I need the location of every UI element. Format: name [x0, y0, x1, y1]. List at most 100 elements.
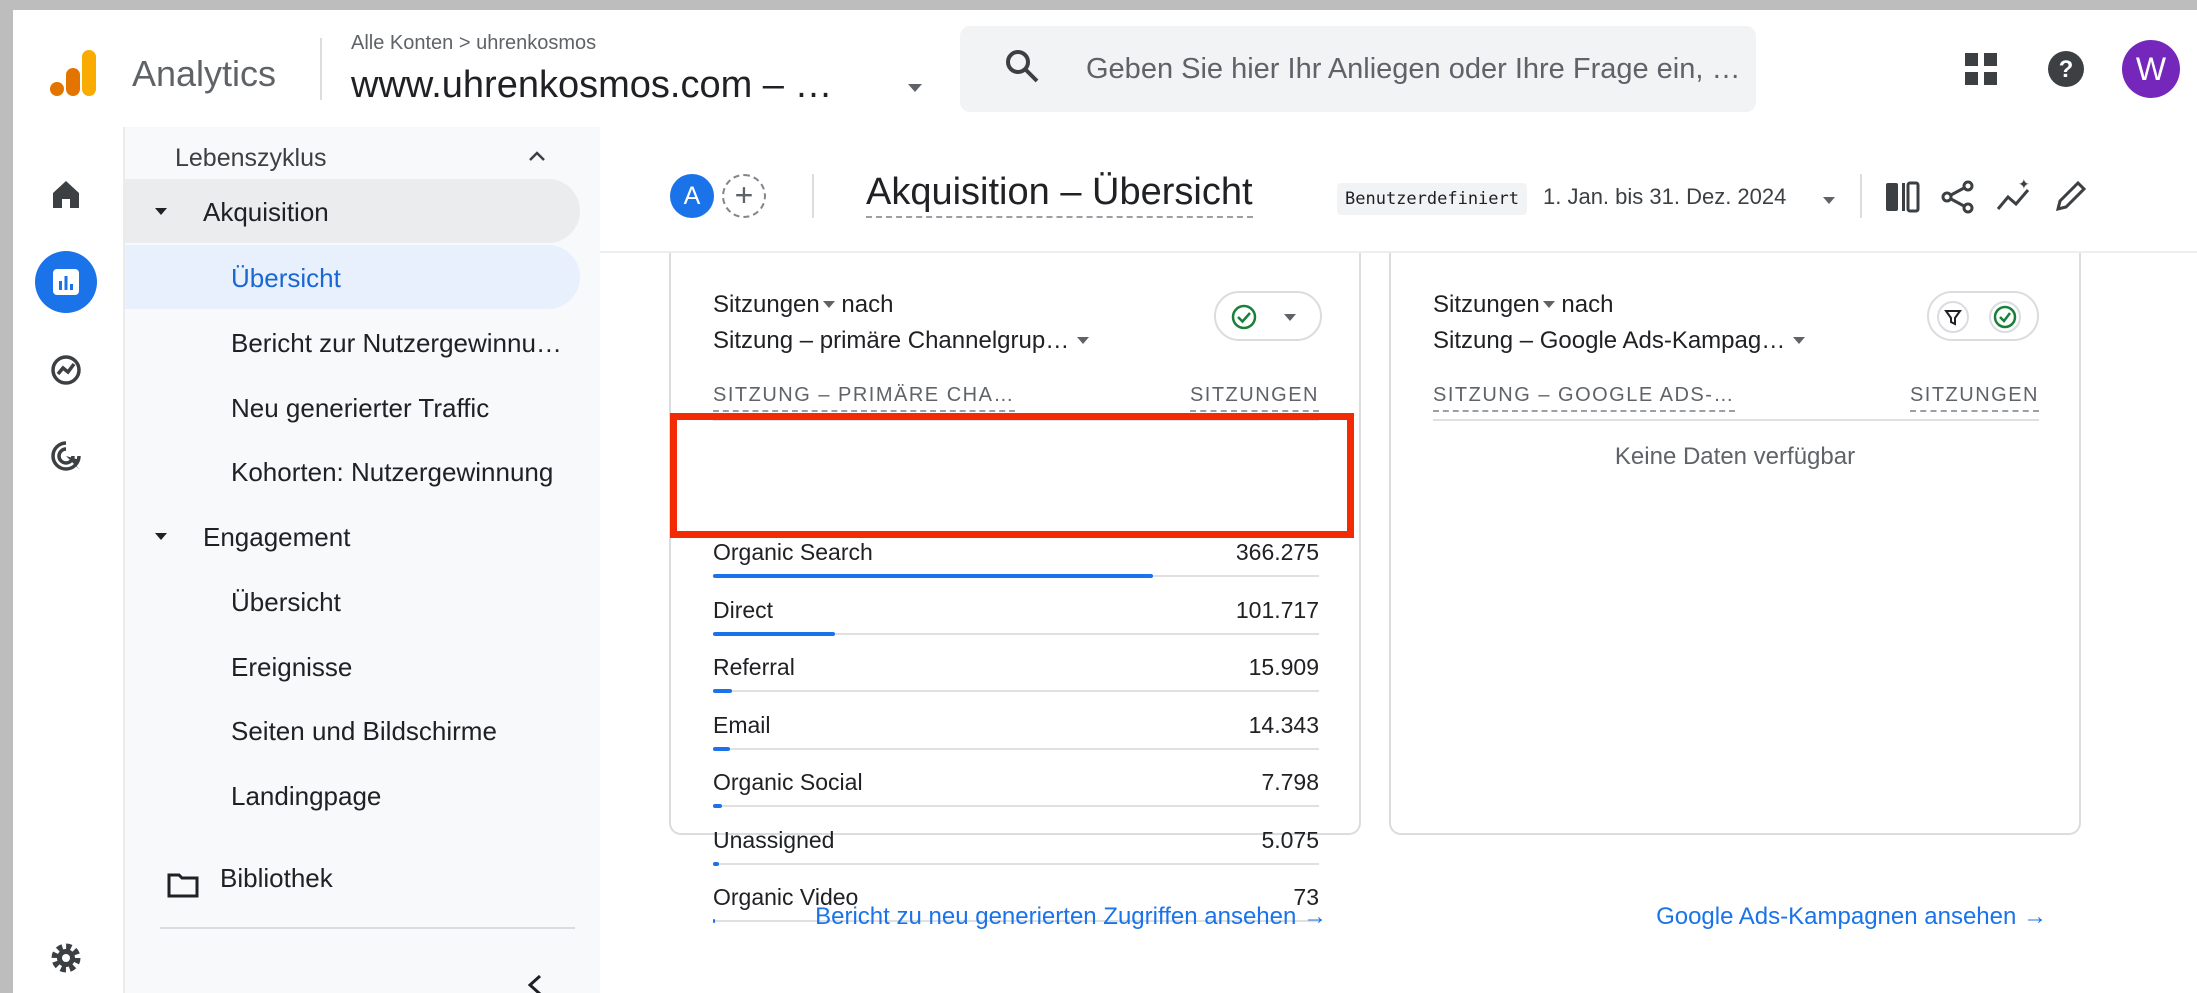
column-header-dimension[interactable]: SITZUNG – PRIMÄRE CHA…	[713, 384, 1015, 412]
nav-item-engagement-overview[interactable]: Übersicht	[231, 587, 341, 618]
traffic-acquisition-link[interactable]: Bericht zu neu generierten Zugriffen ans…	[815, 903, 1327, 931]
dimension-dropdown-icon[interactable]	[1077, 337, 1090, 344]
nav-section-lifecycle[interactable]: Lebenszyklus	[175, 144, 326, 173]
metric-selector[interactable]: Sitzungen	[713, 291, 820, 318]
property-selector[interactable]: www.uhrenkosmos.com – …	[351, 64, 833, 107]
analytics-logo-icon[interactable]	[46, 44, 104, 102]
row-label: Direct	[713, 596, 774, 623]
status-menu-button[interactable]	[1214, 291, 1322, 341]
filter-icon[interactable]	[1937, 301, 1969, 333]
metric-dropdown-icon[interactable]	[1542, 301, 1555, 308]
row-value: 15.909	[1248, 654, 1319, 680]
table-header-divider	[1433, 419, 2039, 421]
table-row[interactable]: Organic Search 366.275	[713, 532, 1319, 590]
column-header-sessions[interactable]: SITZUNGEN	[1909, 384, 2039, 412]
search-bar[interactable]: Geben Sie hier Ihr Anliegen oder Ihre Fr…	[960, 26, 1756, 112]
nav-item-pages-screens[interactable]: Seiten und Bildschirme	[231, 716, 497, 747]
row-label: Organic Search	[713, 539, 873, 565]
account-breadcrumb[interactable]: Alle Konten > uhrenkosmos	[351, 32, 596, 55]
left-rail	[13, 127, 123, 993]
nav-item-user-acquisition[interactable]: Bericht zur Nutzergewinnu…	[231, 328, 562, 359]
row-bar-track	[713, 805, 1319, 807]
compare-columns-icon[interactable]	[1882, 177, 1922, 217]
card-metric-line[interactable]: Sitzungen nach	[713, 291, 893, 319]
column-header-dimension[interactable]: SITZUNG – GOOGLE ADS-…	[1433, 384, 1735, 412]
page-title: Akquisition – Übersicht	[866, 171, 1253, 218]
channel-group-card: Sitzungen nach Sitzung – primäre Channel…	[669, 253, 1361, 930]
add-comparison-button[interactable]: +	[722, 174, 766, 218]
column-header-sessions[interactable]: SITZUNGEN	[1189, 384, 1319, 412]
date-type-chip[interactable]: Benutzerdefiniert	[1337, 183, 1527, 215]
help-icon[interactable]: ?	[2047, 50, 2085, 88]
dimension-dropdown-icon[interactable]	[1793, 337, 1806, 344]
reports-icon[interactable]	[35, 251, 97, 313]
nav-group-engagement[interactable]: Engagement	[203, 522, 350, 553]
row-value: 14.343	[1248, 711, 1319, 738]
expand-acquisition-icon[interactable]	[155, 208, 167, 215]
row-bar-fill	[713, 804, 722, 808]
row-bar-fill	[713, 631, 835, 636]
metric-by-label: nach	[841, 291, 894, 318]
svg-text:?: ?	[2059, 56, 2074, 83]
table-row[interactable]: Organic Social 7.798	[713, 762, 1319, 820]
row-bar-track	[713, 690, 1319, 692]
row-bar-track	[713, 747, 1319, 750]
nav-group-highlight	[125, 179, 580, 243]
nav-group-acquisition[interactable]: Akquisition	[203, 197, 329, 228]
date-range-picker[interactable]: 1. Jan. bis 31. Dez. 2024	[1543, 184, 1786, 210]
table-row[interactable]: Direct 101.717	[713, 590, 1319, 648]
folder-icon	[167, 873, 199, 898]
property-dropdown-icon[interactable]	[908, 84, 922, 92]
top-header: Analytics Alle Konten > uhrenkosmos www.…	[13, 10, 2197, 127]
dimension-selector[interactable]: Sitzung – Google Ads-Kampag…	[1433, 327, 1806, 355]
row-bar-fill	[713, 746, 730, 751]
metric-selector[interactable]: Sitzungen	[1433, 291, 1540, 318]
status-dropdown-icon[interactable]	[1284, 314, 1296, 321]
expand-engagement-icon[interactable]	[155, 533, 167, 540]
row-bar-fill	[713, 689, 732, 693]
comparison-badge[interactable]: A	[670, 174, 714, 218]
table-row[interactable]: Unassigned 5.075	[713, 820, 1319, 878]
app-name: Analytics	[132, 53, 277, 94]
insights-icon[interactable]: ✦	[1994, 177, 2034, 217]
row-bar-fill	[713, 574, 1153, 578]
annotation-highlight-box	[670, 413, 1354, 538]
nav-item-traffic-acquisition[interactable]: Neu generierter Traffic	[231, 393, 489, 424]
row-bar-fill	[713, 861, 719, 866]
nav-active-highlight	[125, 245, 580, 309]
date-dropdown-icon[interactable]	[1823, 197, 1835, 204]
share-icon[interactable]	[1938, 177, 1978, 217]
metric-dropdown-icon[interactable]	[822, 301, 835, 308]
table-row[interactable]: Email 14.343	[713, 705, 1319, 763]
chevron-up-icon[interactable]	[527, 149, 547, 163]
check-circle-icon[interactable]	[1989, 301, 2021, 333]
apps-grid-icon[interactable]	[1964, 52, 1998, 86]
toolbar-divider	[812, 174, 814, 218]
nav-item-library[interactable]: Bibliothek	[220, 863, 333, 894]
nav-divider	[160, 927, 575, 929]
nav-item-events[interactable]: Ereignisse	[231, 652, 352, 683]
row-label: Email	[713, 711, 771, 738]
home-icon[interactable]	[35, 163, 97, 225]
advertising-icon[interactable]	[35, 425, 97, 487]
report-toolbar: A + Akquisition – Übersicht Benutzerdefi…	[600, 127, 2197, 253]
edit-icon[interactable]	[2050, 177, 2090, 217]
table-row[interactable]: Referral 15.909	[713, 647, 1319, 705]
search-placeholder: Geben Sie hier Ihr Anliegen oder Ihre Fr…	[1086, 53, 1741, 85]
search-icon	[1006, 50, 1039, 83]
dimension-label: Sitzung – primäre Channelgrup…	[713, 327, 1070, 354]
user-avatar[interactable]: W	[2122, 40, 2180, 98]
settings-icon[interactable]	[35, 927, 97, 989]
collapse-nav-icon[interactable]	[525, 972, 545, 993]
google-ads-campaign-card: Sitzungen nach Sitzung – Google Ads-Kamp…	[1389, 253, 2081, 930]
dimension-label: Sitzung – Google Ads-Kampag…	[1433, 327, 1786, 354]
google-ads-campaigns-link[interactable]: Google Ads-Kampagnen ansehen →	[1656, 903, 2047, 931]
card-metric-line[interactable]: Sitzungen nach	[1433, 291, 1613, 319]
dimension-selector[interactable]: Sitzung – primäre Channelgrup…	[713, 327, 1090, 355]
nav-item-acquisition-cohorts[interactable]: Kohorten: Nutzergewinnung	[231, 457, 553, 488]
nav-item-acquisition-overview[interactable]: Übersicht	[231, 263, 341, 294]
header-divider	[320, 38, 322, 100]
row-label: Organic Social	[713, 769, 863, 795]
nav-item-landing-page[interactable]: Landingpage	[231, 781, 381, 812]
explore-icon[interactable]	[35, 339, 97, 401]
